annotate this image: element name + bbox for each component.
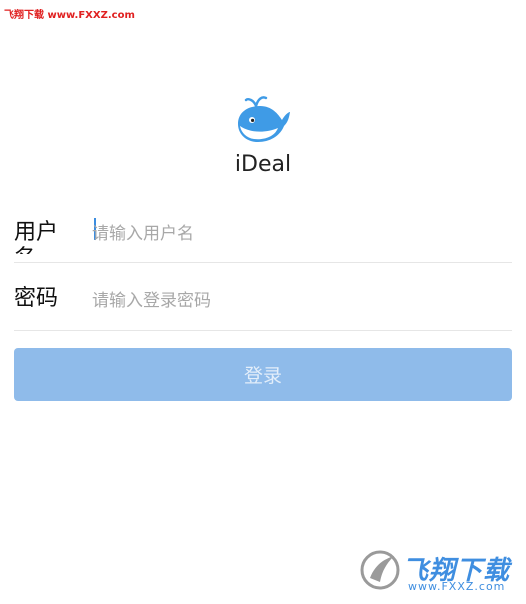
password-label: 密码	[14, 286, 59, 311]
watermark-badge: 飞翔下载 www.FXXZ.com	[358, 546, 518, 598]
username-input[interactable]	[92, 215, 492, 253]
login-button[interactable]: 登录	[14, 348, 512, 401]
username-row: 用户名	[14, 196, 512, 263]
password-row: 密码	[14, 264, 512, 331]
whale-icon	[238, 96, 290, 142]
watermark-badge-url: www.FXXZ.com	[408, 580, 506, 593]
username-label: 用户名	[14, 220, 59, 254]
watermark-text: 飞翔下载 www.FXXZ.com	[4, 10, 135, 21]
app-name: iDeal	[234, 152, 292, 177]
password-input[interactable]	[92, 282, 492, 320]
fxxz-logo-icon	[360, 550, 400, 590]
